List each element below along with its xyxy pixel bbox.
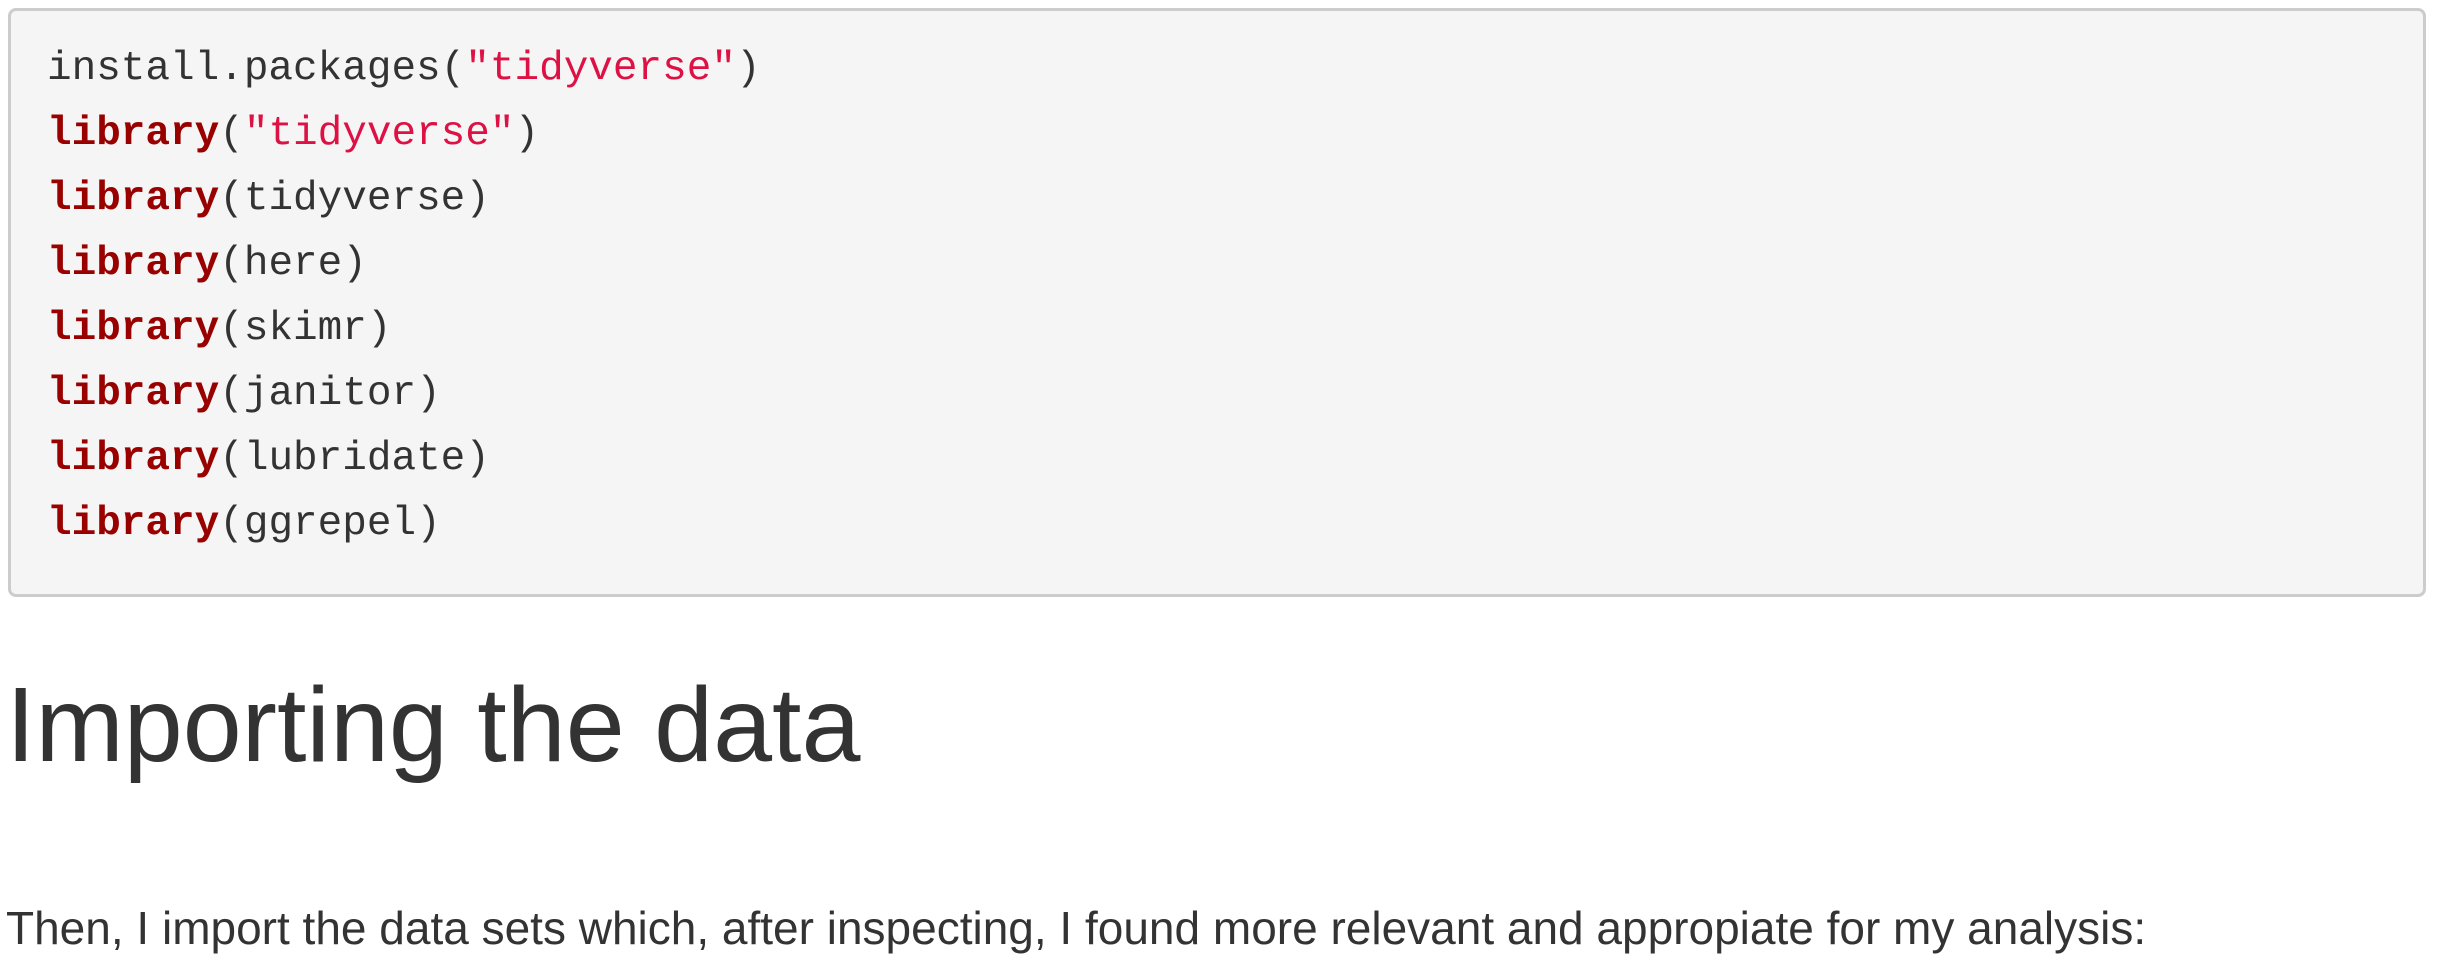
code-paren-open: ( — [219, 501, 244, 547]
code-arg: skimr — [243, 306, 367, 352]
code-line: library(tidyverse) — [47, 167, 2423, 232]
code-paren-open: ( — [219, 371, 244, 417]
code-paren-close: ) — [735, 46, 761, 92]
code-paren-open: ( — [440, 46, 466, 92]
code-line: library("tidyverse") — [47, 102, 2423, 167]
code-arg: ggrepel — [243, 501, 417, 547]
code-line: install.packages("tidyverse") — [47, 37, 2423, 102]
code-block: install.packages("tidyverse") library("t… — [8, 8, 2426, 597]
code-string-arg: "tidyverse" — [243, 111, 515, 157]
code-keyword: library — [47, 371, 220, 417]
code-function: install.packages — [47, 46, 441, 92]
code-paren-close: ) — [416, 371, 441, 417]
code-paren-open: ( — [219, 111, 244, 157]
code-paren-close: ) — [416, 501, 441, 547]
code-paren-close: ) — [342, 241, 367, 287]
code-string-arg: "tidyverse" — [465, 46, 736, 92]
section-heading: Importing the data — [6, 666, 861, 784]
code-keyword: library — [47, 436, 220, 482]
code-arg: here — [243, 241, 343, 287]
code-paren-close: ) — [514, 111, 540, 157]
code-paren-open: ( — [219, 306, 244, 352]
code-paren-open: ( — [219, 241, 244, 287]
code-paren-open: ( — [219, 436, 244, 482]
code-line: library(skimr) — [47, 297, 2423, 362]
code-keyword: library — [47, 306, 220, 352]
code-paren-open: ( — [219, 176, 244, 222]
code-line: library(ggrepel) — [47, 492, 2423, 557]
code-keyword: library — [47, 241, 220, 287]
code-line: library(lubridate) — [47, 427, 2423, 492]
code-keyword: library — [47, 176, 220, 222]
body-paragraph: Then, I import the data sets which, afte… — [6, 902, 2147, 954]
code-line: library(here) — [47, 232, 2423, 297]
code-arg: lubridate — [243, 436, 466, 482]
code-keyword: library — [47, 501, 220, 547]
code-paren-close: ) — [465, 436, 490, 482]
code-line: library(janitor) — [47, 362, 2423, 427]
code-paren-close: ) — [366, 306, 392, 352]
code-arg: tidyverse — [243, 176, 466, 222]
code-keyword: library — [47, 111, 220, 157]
code-paren-close: ) — [465, 176, 490, 222]
code-arg: janitor — [243, 371, 417, 417]
